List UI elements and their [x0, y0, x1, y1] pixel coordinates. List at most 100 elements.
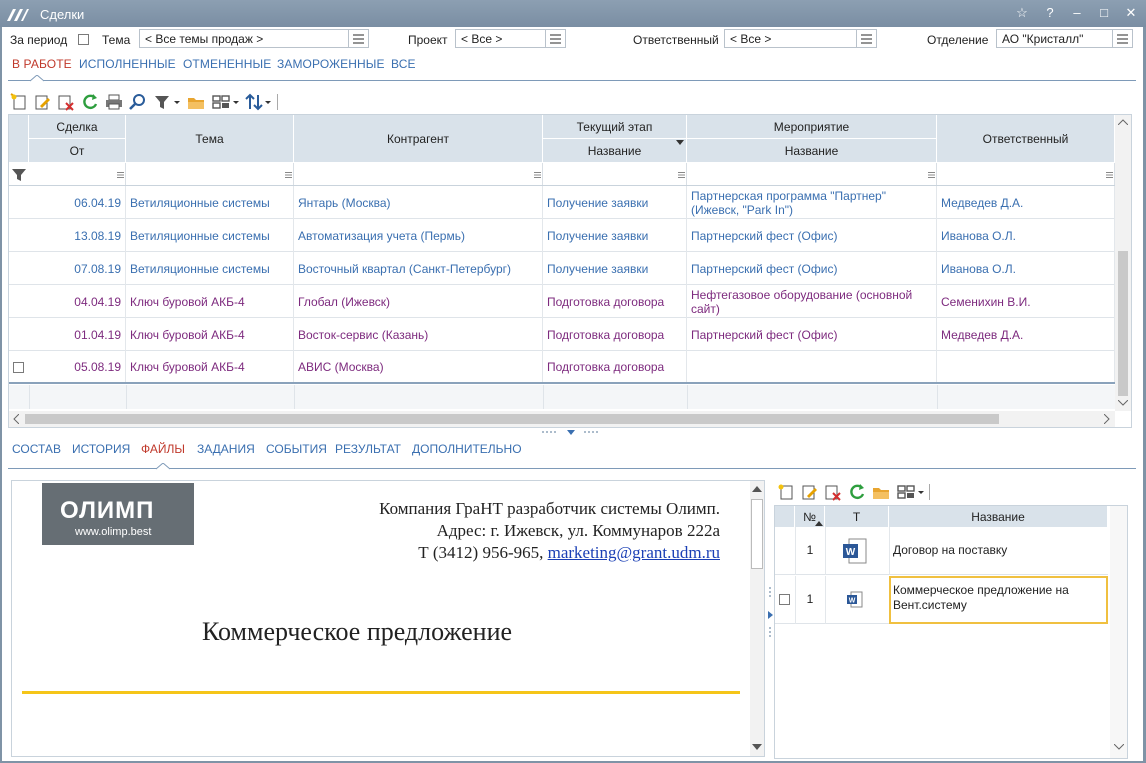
list-icon [861, 34, 872, 44]
refresh-files-icon[interactable] [848, 483, 866, 501]
file-row-checkbox[interactable] [779, 594, 790, 605]
preview-scrollbar[interactable] [750, 481, 764, 756]
folder-icon[interactable] [187, 93, 205, 111]
horizontal-scroll-thumb[interactable] [25, 414, 999, 424]
theme-select[interactable]: < Все темы продаж > [139, 29, 349, 48]
file-row[interactable]: 1 W Договор на поставку [775, 527, 1108, 575]
tab-cancelled[interactable]: ОТМЕНЕННЫЕ [183, 57, 271, 71]
tab-divider [8, 80, 1136, 81]
table-row[interactable]: 06.04.19 Ветиляционные системы Янтарь (М… [9, 186, 1115, 219]
tab-pointer [30, 75, 44, 82]
refresh-icon[interactable] [81, 93, 99, 111]
table-row[interactable]: 01.04.19 Ключ буровой АКБ-4 Восток-серви… [9, 318, 1115, 351]
tab-events[interactable]: СОБЫТИЯ [266, 442, 327, 456]
header-theme[interactable]: Тема [126, 115, 294, 163]
open-folder-icon[interactable] [872, 483, 890, 501]
header-deal-from[interactable]: От [29, 139, 126, 163]
department-select[interactable]: АО "Кристалл" [996, 29, 1113, 48]
tab-all[interactable]: ВСЕ [391, 57, 416, 71]
department-list-button[interactable] [1113, 29, 1133, 48]
files-scrollbar[interactable] [1110, 506, 1127, 758]
filter-icon[interactable] [12, 168, 26, 181]
delete-file-icon[interactable] [823, 483, 841, 501]
star-icon[interactable]: ☆ [1011, 3, 1033, 23]
header-event-name[interactable]: Название [687, 139, 937, 163]
delete-icon[interactable] [56, 93, 74, 111]
header-event[interactable]: Мероприятие [687, 115, 937, 139]
project-label: Проект [408, 33, 448, 47]
theme-list-button[interactable] [349, 29, 369, 48]
responsible-list-button[interactable] [857, 29, 877, 48]
files-header-type[interactable]: Т [825, 506, 889, 527]
vertical-splitter-handle[interactable] [766, 587, 774, 647]
scroll-up-icon[interactable] [1118, 119, 1128, 125]
new-file-icon[interactable] [777, 483, 795, 501]
cell-responsible: Медведев Д.А. [937, 318, 1115, 351]
tab-result[interactable]: РЕЗУЛЬТАТ [335, 442, 401, 456]
responsible-select[interactable]: < Все > [724, 29, 857, 48]
email-link[interactable]: marketing@grant.udm.ru [548, 543, 720, 562]
header-counterparty[interactable]: Контрагент [294, 115, 543, 163]
search-icon[interactable] [129, 93, 147, 111]
tab-additional[interactable]: ДОПОЛНИТЕЛЬНО [412, 442, 522, 456]
tab-completed[interactable]: ИСПОЛНЕННЫЕ [79, 57, 176, 71]
help-icon[interactable]: ? [1039, 3, 1061, 23]
file-row[interactable]: 1 W Коммерческое предложение на Вент.сис… [775, 576, 1108, 624]
minimize-icon[interactable]: – [1066, 3, 1088, 23]
filter-cell-theme[interactable] [126, 163, 294, 185]
filter-cell-event[interactable] [687, 163, 937, 185]
scroll-right-icon[interactable] [1104, 414, 1110, 424]
header-responsible[interactable]: Ответственный [937, 115, 1115, 163]
table-row[interactable]: 13.08.19 Ветиляционные системы Автоматиз… [9, 219, 1115, 252]
tab-in-work[interactable]: В РАБОТЕ [12, 57, 72, 71]
period-checkbox[interactable] [78, 34, 89, 45]
sort-dropdown-icon[interactable] [245, 93, 273, 111]
tab-files[interactable]: ФАЙЛЫ [141, 442, 185, 456]
scroll-down-icon[interactable] [752, 744, 762, 750]
scroll-down-icon[interactable] [1118, 400, 1128, 406]
filter-dropdown-icon[interactable] [154, 94, 182, 110]
filter-cell-stage[interactable] [543, 163, 687, 185]
document-preview: ОЛИМП www.olimp.best Компания ГраНТ разр… [11, 480, 765, 757]
close-icon[interactable]: ✕ [1120, 3, 1142, 23]
cell-stage: Получение заявки [543, 252, 687, 285]
scroll-left-icon[interactable] [13, 414, 19, 424]
splitter-handle[interactable] [542, 429, 602, 437]
project-select[interactable]: < Все > [455, 29, 546, 48]
edit-icon[interactable] [33, 93, 51, 111]
list-icon [353, 34, 364, 44]
filter-cell-counterparty[interactable] [294, 163, 543, 185]
scroll-up-icon[interactable] [752, 486, 762, 492]
vertical-scroll-thumb[interactable] [1118, 251, 1128, 396]
preview-scroll-thumb[interactable] [751, 499, 763, 569]
new-icon[interactable] [10, 93, 28, 111]
row-checkbox[interactable] [13, 362, 24, 373]
table-row[interactable]: 07.08.19 Ветиляционные системы Восточный… [9, 252, 1115, 285]
header-stage[interactable]: Текущий этап [543, 115, 687, 139]
scroll-down-icon[interactable] [1114, 744, 1124, 750]
table-row[interactable]: 04.04.19 Ключ буровой АКБ-4 Глобал (Ижев… [9, 285, 1115, 318]
table-row[interactable]: 05.08.19 Ключ буровой АКБ-4 АВИС (Москва… [9, 351, 1115, 384]
edit-file-icon[interactable] [800, 483, 818, 501]
grid-vertical-scrollbar[interactable] [1115, 115, 1131, 411]
tab-composition[interactable]: СОСТАВ [12, 442, 61, 456]
files-grid: № Т Название 1 W Договор на поставку 1 W… [774, 505, 1128, 759]
maximize-icon[interactable]: □ [1093, 3, 1115, 23]
app-logo-icon [7, 9, 29, 21]
tab-history[interactable]: ИСТОРИЯ [72, 442, 130, 456]
header-deal[interactable]: Сделка [29, 115, 126, 139]
cell-counterparty: Янтарь (Москва) [294, 186, 543, 219]
header-stage-name[interactable]: Название [543, 139, 687, 163]
print-icon[interactable] [105, 93, 123, 111]
tab-tasks[interactable]: ЗАДАНИЯ [197, 442, 255, 456]
files-layout-dropdown-icon[interactable] [897, 484, 925, 500]
project-list-button[interactable] [546, 29, 566, 48]
filter-cell-responsible[interactable] [937, 163, 1115, 185]
files-header-name[interactable]: Название [889, 506, 1108, 527]
sort-desc-icon [676, 140, 684, 145]
tab-frozen[interactable]: ЗАМОРОЖЕННЫЕ [277, 57, 385, 71]
layout-dropdown-icon[interactable] [212, 94, 240, 110]
grid-horizontal-scrollbar[interactable] [9, 411, 1115, 427]
cell-counterparty: Восток-сервис (Казань) [294, 318, 543, 351]
filter-cell-date[interactable] [29, 163, 126, 185]
